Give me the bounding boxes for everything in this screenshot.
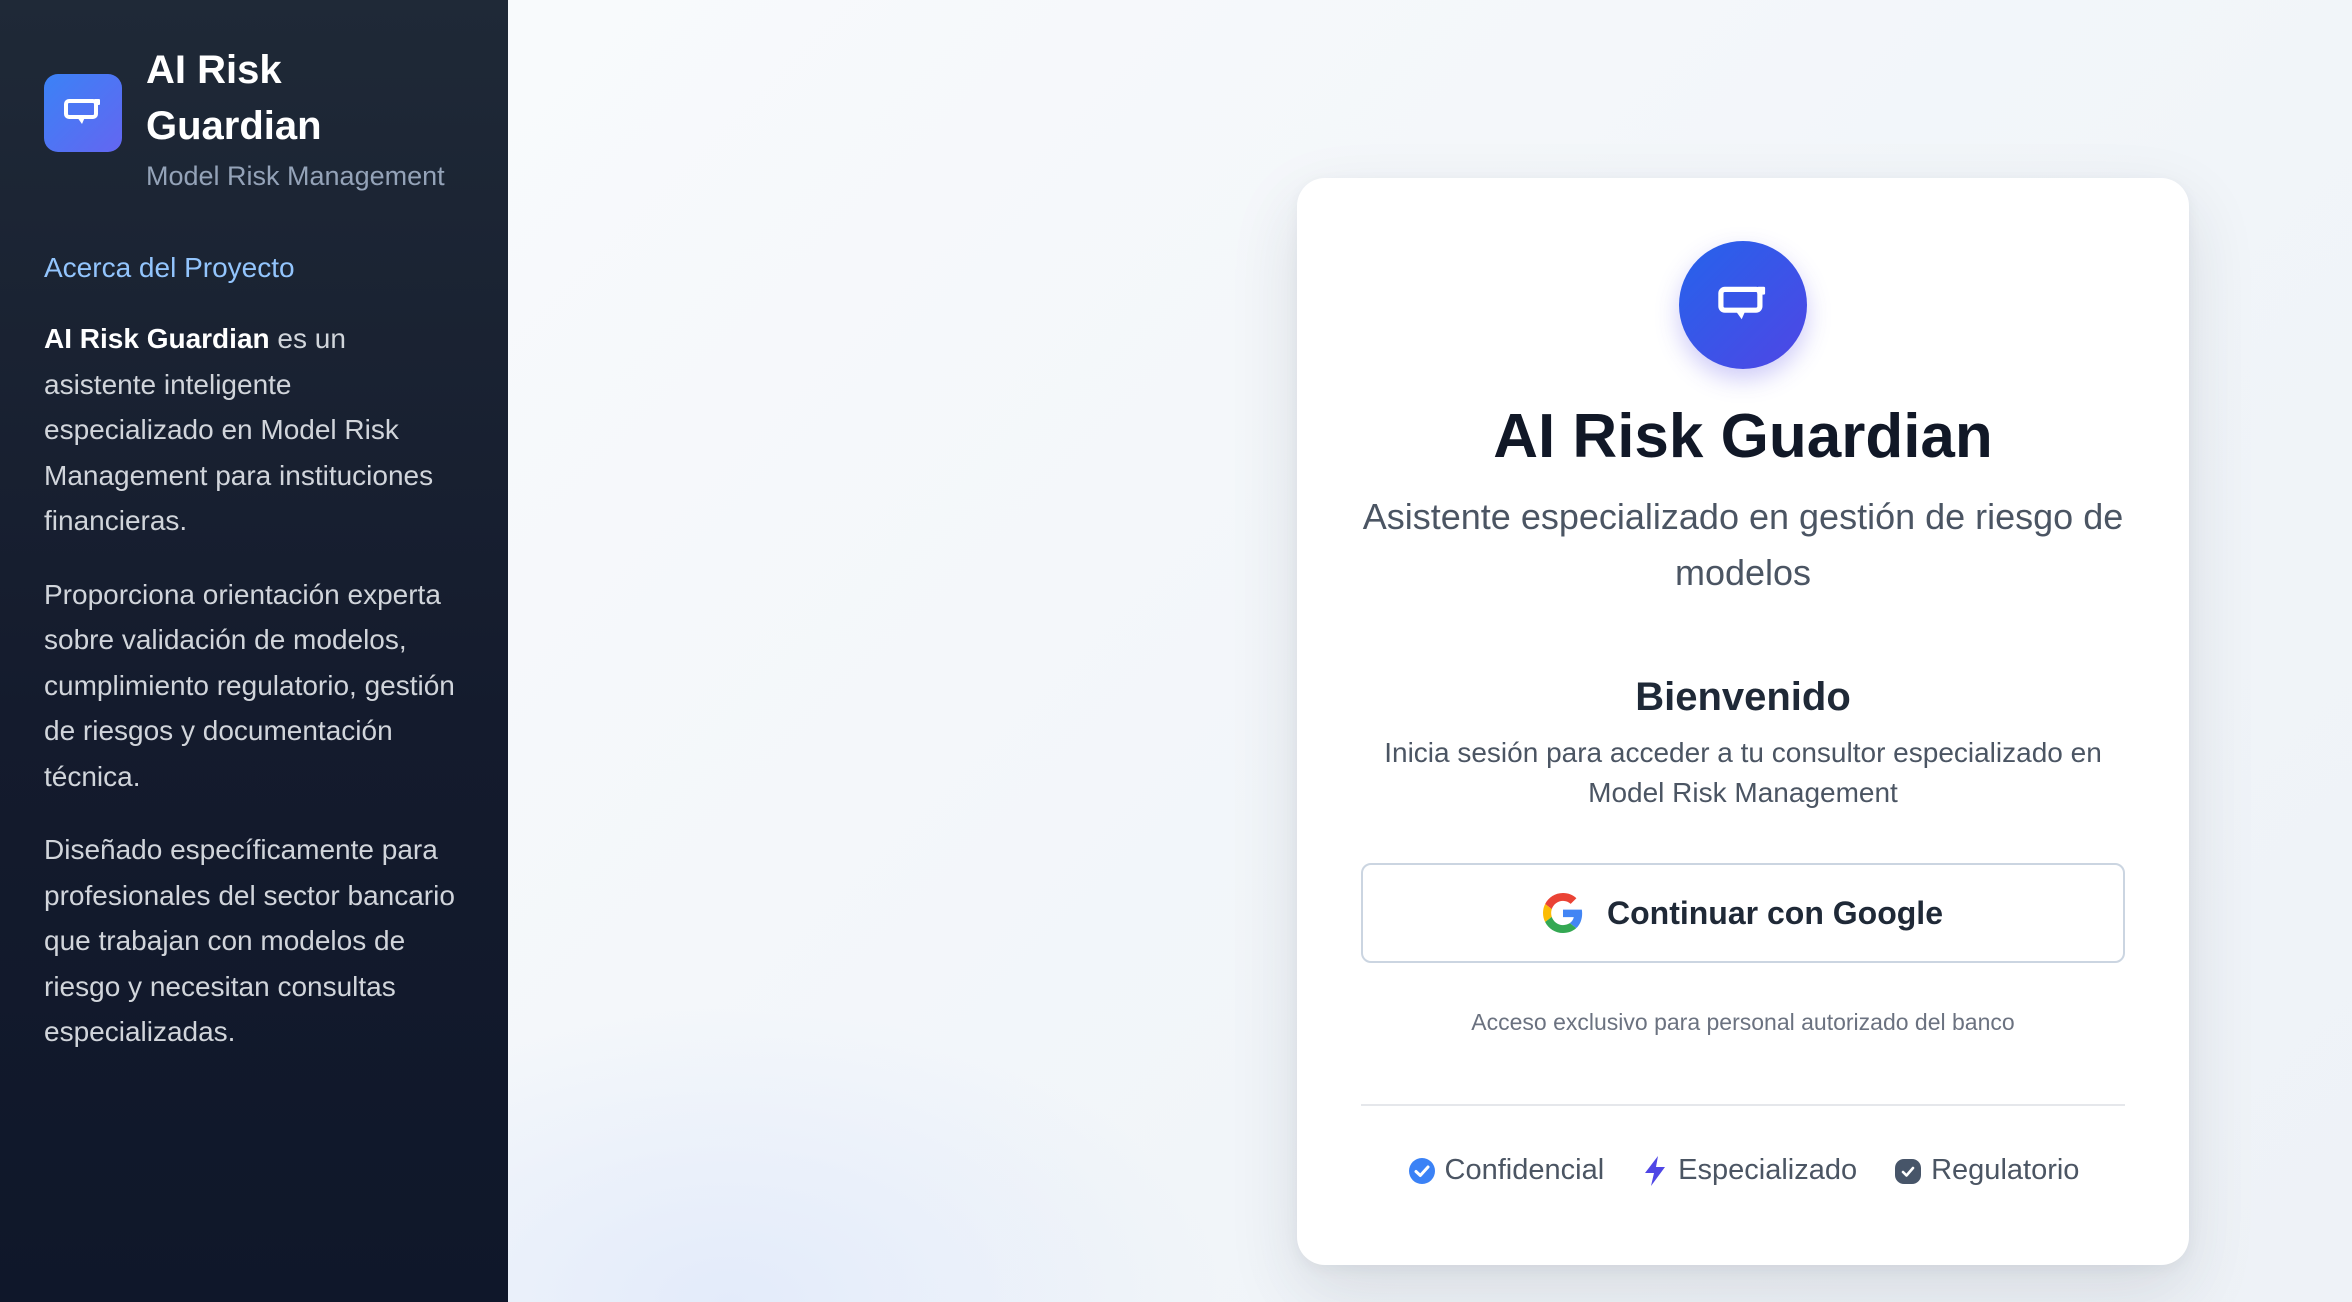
card-subtitle: Asistente especializado en gestión de ri…	[1362, 496, 2124, 593]
check-circle-icon	[1407, 1156, 1437, 1186]
main-area: AI Risk Guardian Asistente especializado…	[508, 0, 2352, 1302]
welcome-text: Inicia sesión para acceder a tu consulto…	[1384, 737, 2102, 808]
badge-especializado: Especializado	[1640, 1154, 1857, 1187]
welcome-title: Bienvenido	[1635, 675, 1851, 719]
about-paragraph-1-text: es un asistente inteligente especializad…	[44, 323, 434, 536]
chat-bubble-icon	[1679, 241, 1807, 369]
badge-confidencial: Confidencial	[1407, 1154, 1605, 1187]
divider	[1361, 1104, 2125, 1106]
about-bold-name: AI Risk Guardian	[44, 323, 270, 354]
brand-text: AI Risk Guardian Model Risk Management	[146, 42, 445, 196]
access-note: Acceso exclusivo para personal autorizad…	[1471, 1009, 2015, 1035]
badge-label: Regulatorio	[1931, 1154, 2080, 1186]
sidebar: AI Risk Guardian Model Risk Management A…	[0, 0, 508, 1302]
shield-check-icon	[1893, 1156, 1923, 1186]
brand-subtitle: Model Risk Management	[146, 161, 445, 191]
login-card: AI Risk Guardian Asistente especializado…	[1297, 178, 2189, 1265]
about-paragraph-2: Proporciona orientación experta sobre va…	[44, 578, 455, 792]
brand-title: AI Risk Guardian	[146, 48, 322, 148]
sidebar-brand: AI Risk Guardian Model Risk Management	[44, 42, 464, 196]
card-title: AI Risk Guardian	[1493, 402, 1993, 471]
badge-regulatorio: Regulatorio	[1893, 1154, 2079, 1187]
about-paragraph-3: Diseñado específicamente para profesiona…	[44, 834, 455, 1047]
about-heading: Acerca del Proyecto	[44, 252, 295, 283]
chat-bubble-icon	[44, 74, 122, 152]
about-paragraph-1: AI Risk Guardian es un asistente intelig…	[44, 316, 464, 544]
app-root: AI Risk Guardian Model Risk Management A…	[0, 0, 2352, 1302]
google-sign-in-button[interactable]: Continuar con Google	[1361, 863, 2125, 963]
feature-badges: Confidencial Especializado Regulatorio	[1389, 1154, 2098, 1187]
google-button-label: Continuar con Google	[1607, 894, 1943, 931]
badge-label: Especializado	[1678, 1154, 1858, 1186]
badge-label: Confidencial	[1444, 1154, 1605, 1186]
google-logo-icon	[1543, 893, 1583, 933]
lightning-bolt-icon	[1640, 1155, 1670, 1186]
